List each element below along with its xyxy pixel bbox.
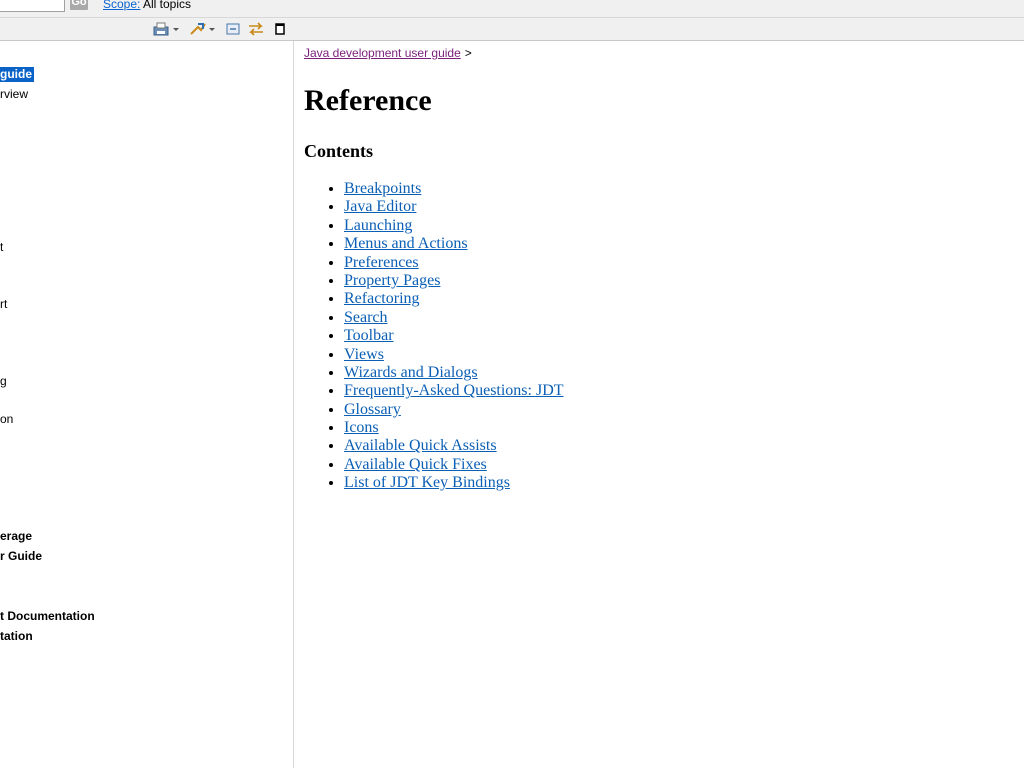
list-item: Property Pages (344, 272, 564, 290)
contents-link[interactable]: Menus and Actions (344, 235, 468, 252)
toc-item[interactable]: erage (0, 529, 32, 543)
print-icon[interactable] (153, 20, 181, 38)
contents-link[interactable]: Available Quick Fixes (344, 456, 487, 473)
collapse-all-icon[interactable] (224, 20, 242, 38)
list-item: Glossary (344, 401, 564, 419)
list-item: Launching (344, 217, 564, 235)
list-item: Java Editor (344, 198, 564, 216)
breadcrumb: Java development user guide > (304, 46, 472, 60)
contents-link[interactable]: Launching (344, 217, 412, 234)
sync-toc-icon[interactable] (189, 20, 217, 38)
contents-link[interactable]: Wizards and Dialogs (344, 364, 478, 381)
contents-link[interactable]: Toolbar (344, 327, 394, 344)
contents-heading: Contents (304, 141, 374, 161)
scope-value: All topics (143, 0, 192, 11)
toc-item[interactable]: t (0, 240, 3, 254)
toc-item[interactable]: g (0, 374, 7, 388)
link-with-contents-icon[interactable] (247, 20, 265, 38)
toc-item[interactable]: r Guide (0, 549, 42, 563)
list-item: Available Quick Fixes (344, 456, 564, 474)
go-button[interactable]: Go (70, 0, 88, 10)
list-item: Wizards and Dialogs (344, 364, 564, 382)
list-item: Menus and Actions (344, 235, 564, 253)
contents-list: Breakpoints Java Editor Launching Menus … (304, 180, 564, 493)
breadcrumb-link[interactable]: Java development user guide (304, 46, 461, 60)
contents-link[interactable]: Available Quick Assists (344, 437, 497, 454)
contents-link[interactable]: Views (344, 346, 384, 363)
contents-link[interactable]: Icons (344, 419, 379, 436)
page-title: Reference (304, 84, 432, 117)
toc-item[interactable]: rt (0, 297, 7, 311)
list-item: List of JDT Key Bindings (344, 474, 564, 492)
contents-link[interactable]: List of JDT Key Bindings (344, 474, 510, 491)
contents-link[interactable]: Preferences (344, 254, 419, 271)
list-item: Preferences (344, 254, 564, 272)
scope-link[interactable]: Scope: (103, 0, 140, 11)
list-item: Views (344, 346, 564, 364)
list-item: Search (344, 309, 564, 327)
toc-toolbar (0, 18, 1024, 41)
search-input[interactable] (0, 0, 65, 12)
maximize-icon[interactable] (274, 20, 286, 38)
contents-link[interactable]: Property Pages (344, 272, 440, 289)
list-item: Toolbar (344, 327, 564, 345)
toc-pane: guide rview t rt g on erage r Guide t Do… (0, 41, 294, 768)
breadcrumb-separator: > (464, 46, 472, 60)
toc-item-selected[interactable]: guide (0, 67, 34, 82)
toc-item[interactable]: t Documentation (0, 609, 95, 623)
search-bar: Go Scope: All topics (0, 0, 1024, 18)
contents-link[interactable]: Refactoring (344, 290, 420, 307)
toc-item[interactable]: rview (0, 87, 28, 101)
contents-link[interactable]: Breakpoints (344, 180, 421, 197)
list-item: Breakpoints (344, 180, 564, 198)
list-item: Icons (344, 419, 564, 437)
list-item: Frequently-Asked Questions: JDT (344, 382, 564, 400)
toc-item[interactable]: tation (0, 629, 33, 643)
contents-link[interactable]: Java Editor (344, 198, 416, 215)
list-item: Refactoring (344, 290, 564, 308)
list-item: Available Quick Assists (344, 437, 564, 455)
contents-link[interactable]: Frequently-Asked Questions: JDT (344, 382, 564, 399)
contents-link[interactable]: Search (344, 309, 388, 326)
toc-item[interactable]: on (0, 412, 13, 426)
contents-link[interactable]: Glossary (344, 401, 401, 418)
